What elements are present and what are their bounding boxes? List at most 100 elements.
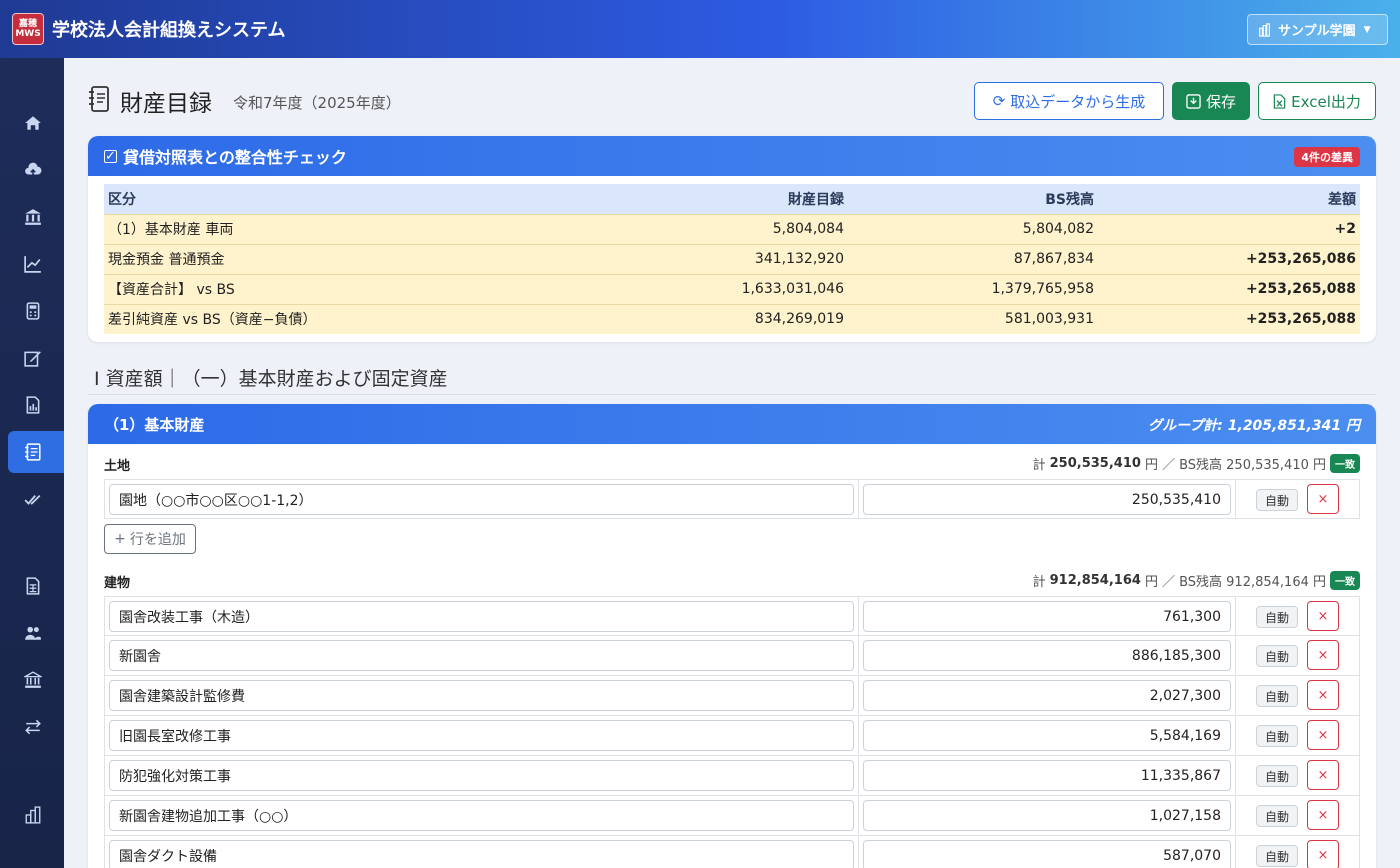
refresh-icon: ⟳ [992, 92, 1006, 110]
bs-balance-text: ／ BS残高 912,854,164 円 [1161, 575, 1326, 590]
chart-line-icon [24, 256, 41, 273]
total-value: 912,854,164 [1049, 573, 1141, 588]
delete-row-button[interactable]: × [1307, 680, 1339, 710]
subgroup-label-buildings: 建物 [104, 576, 131, 591]
delete-row-button[interactable]: × [1307, 720, 1339, 750]
row-category: （1）基本財産 車両 [104, 213, 604, 244]
report-icon [26, 396, 40, 414]
item-amount-input[interactable]: 250,535,410 [863, 484, 1231, 515]
delete-row-button[interactable]: × [1307, 840, 1339, 868]
delete-row-button[interactable]: × [1307, 484, 1339, 514]
auto-badge: 自動 [1256, 606, 1298, 628]
cell-divider [858, 636, 859, 674]
item-name-input[interactable]: 園舎ダクト設備 [109, 840, 854, 868]
excel-file-icon [1273, 93, 1286, 109]
auto-badge: 自動 [1256, 805, 1298, 827]
item-amount-input[interactable]: 2,027,300 [863, 680, 1231, 711]
total-unit: 円 [1144, 458, 1158, 473]
item-name-input[interactable]: 園舎改装工事（木造） [109, 601, 854, 632]
bs-balance-text: ／ BS残高 250,535,410 円 [1161, 458, 1326, 473]
item-amount-input[interactable]: 587,070 [863, 840, 1231, 868]
row-category: 【資産合計】 vs BS [104, 273, 604, 304]
match-badge: 一致 [1330, 454, 1360, 473]
calculator-icon [26, 302, 40, 320]
cell-divider [858, 480, 859, 518]
consistency-check-header: ✓ 貸借対照表との整合性チェック 4件の差異 [88, 136, 1376, 176]
app-logo[interactable]: 嘉穂 MWS [12, 13, 44, 45]
consistency-check-title: 貸借対照表との整合性チェック [123, 148, 347, 167]
section-divider [88, 394, 1376, 395]
cell-divider [858, 796, 859, 834]
ledger-icon [89, 86, 109, 112]
sidebar-item-inventory[interactable] [8, 431, 64, 473]
item-amount-input[interactable]: 1,027,158 [863, 800, 1231, 831]
generate-button-label: 取込データから生成 [1010, 92, 1146, 111]
delete-row-button[interactable]: × [1307, 640, 1339, 670]
row-category: 現金預金 普通預金 [104, 243, 604, 274]
home-icon [25, 116, 41, 130]
page-subtitle: 令和7年度（2025年度） [233, 94, 401, 112]
item-name-input[interactable]: 園地（○○市○○区○○1-1,2） [109, 484, 854, 515]
excel-button-label: Excel出力 [1291, 92, 1361, 111]
row-inventory: 341,132,920 [604, 243, 848, 274]
plus-icon: + [114, 531, 126, 547]
col-header-diff: 差額 [1098, 184, 1360, 214]
sidebar-item-home[interactable] [8, 102, 64, 144]
ledger-icon [25, 443, 41, 461]
cell-divider [1235, 597, 1236, 635]
download-save-icon [1186, 93, 1201, 109]
cell-divider [1235, 836, 1236, 868]
item-name-input[interactable]: 新園舎建物追加工事（○○） [109, 800, 854, 831]
sidebar-item-bank[interactable] [8, 196, 64, 238]
save-button[interactable]: 保存 [1172, 82, 1250, 120]
group-total: グループ計: 1,205,851,341 円 [1148, 418, 1360, 434]
delete-row-button[interactable]: × [1307, 800, 1339, 830]
sidebar-item-transfer[interactable] [8, 706, 64, 748]
app-title[interactable]: 学校法人会計組換えシステム [52, 16, 285, 42]
excel-export-button[interactable]: Excel出力 [1258, 82, 1376, 120]
item-name-input[interactable]: 園舎建築設計監修費 [109, 680, 854, 711]
subgroup-total-buildings: 計 912,854,164 円 ／ BS残高 912,854,164 円 一致 [1033, 571, 1360, 590]
save-button-label: 保存 [1205, 92, 1236, 111]
item-name-input[interactable]: 防犯強化対策工事 [109, 760, 854, 791]
item-name-input[interactable]: 新園舎 [109, 640, 854, 671]
sidebar-item-upload[interactable] [8, 149, 64, 191]
subgroup-label-land: 土地 [104, 459, 131, 474]
sidebar-item-calculator[interactable] [8, 290, 64, 332]
sidebar-item-report[interactable] [8, 384, 64, 426]
page-header: 財産目録 令和7年度（2025年度） ⟳ 取込データから生成 保存 Excel出… [88, 82, 1376, 122]
item-amount-input[interactable]: 11,335,867 [863, 760, 1231, 791]
sidebar [0, 58, 64, 868]
sidebar-item-institution[interactable] [8, 659, 64, 701]
sidebar-item-edit[interactable] [8, 337, 64, 379]
cell-divider [858, 716, 859, 754]
item-name-input[interactable]: 旧園長室改修工事 [109, 720, 854, 751]
col-header-bs: BS残高 [848, 184, 1098, 214]
sidebar-item-chart[interactable] [8, 243, 64, 285]
sidebar-item-check[interactable] [8, 478, 64, 520]
delete-row-button[interactable]: × [1307, 601, 1339, 631]
table-row: 現金預金 普通預金 341,132,920 87,867,834 +253,26… [104, 243, 1360, 274]
item-amount-input[interactable]: 761,300 [863, 601, 1231, 632]
sidebar-item-users[interactable] [8, 612, 64, 654]
top-navbar: 嘉穂 MWS 学校法人会計組換えシステム サンプル学園 ▼ [0, 0, 1400, 58]
delete-row-button[interactable]: × [1307, 760, 1339, 790]
caret-down-icon: ▼ [1363, 24, 1371, 35]
add-row-button[interactable]: + 行を追加 [104, 524, 196, 554]
auto-badge: 自動 [1256, 645, 1298, 667]
sidebar-item-building[interactable] [8, 794, 64, 836]
spreadsheet-icon [26, 577, 40, 595]
school-selector[interactable]: サンプル学園 ▼ [1247, 14, 1388, 45]
transfer-icon [25, 719, 41, 735]
table-row: 園舎ダクト設備 587,070 自動 × [104, 836, 1360, 868]
total-unit: 円 [1144, 575, 1158, 590]
item-amount-input[interactable]: 5,584,169 [863, 720, 1231, 751]
sidebar-item-spreadsheet[interactable] [8, 565, 64, 607]
row-diff: +253,265,086 [1098, 243, 1360, 274]
cell-divider [858, 756, 859, 794]
item-amount-input[interactable]: 886,185,300 [863, 640, 1231, 671]
total-prefix: 計 [1032, 458, 1046, 473]
bank-icon [25, 209, 41, 225]
table-row: 新園舎 886,185,300 自動 × [104, 636, 1360, 676]
generate-from-import-button[interactable]: ⟳ 取込データから生成 [974, 82, 1164, 120]
